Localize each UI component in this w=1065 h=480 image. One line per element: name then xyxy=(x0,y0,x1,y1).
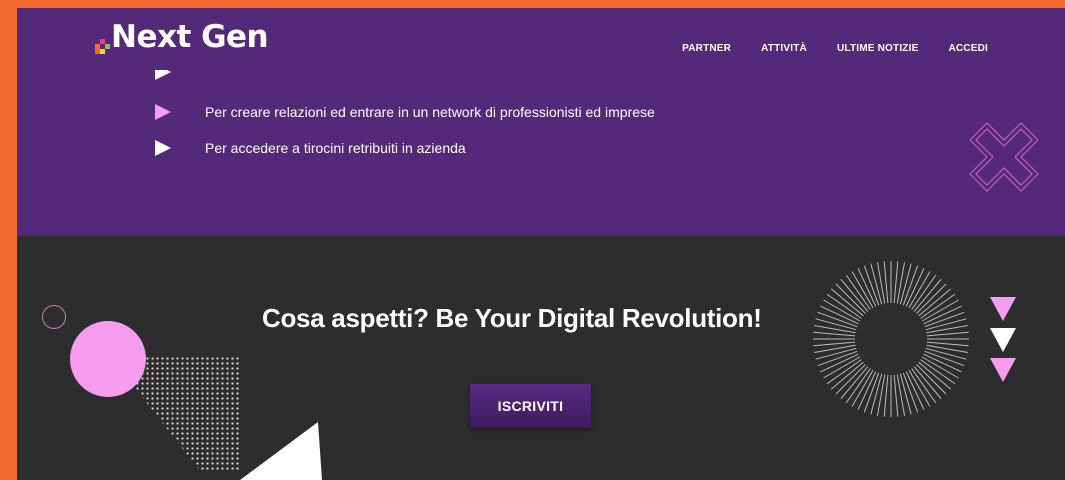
white-triangle-icon xyxy=(155,140,171,156)
logo-pixel-icon xyxy=(95,34,110,54)
main-nav: PARTNER ATTIVITÀ ULTIME NOTIZIE ACCEDI xyxy=(682,43,988,54)
sunburst-ray xyxy=(916,364,947,395)
sunburst-ray xyxy=(893,261,899,304)
list-item: Per creare relazioni ed entrare in un ne… xyxy=(155,104,655,120)
x-outline-icon xyxy=(969,122,1039,192)
sunburst-ray xyxy=(926,324,968,334)
sunburst-ray xyxy=(835,364,866,395)
nav-item-ultime-notizie[interactable]: ULTIME NOTIZIE xyxy=(837,43,919,54)
ring-icon xyxy=(42,305,66,329)
cta-title: Cosa aspetti? Be Your Digital Revolution… xyxy=(262,303,762,333)
pink-triangle-icon xyxy=(155,104,171,120)
sunburst-ray xyxy=(916,283,947,314)
sunburst-ray xyxy=(876,374,886,416)
sunburst-ray xyxy=(835,283,866,314)
list-item: Per accedere a tirocini retribuiti in az… xyxy=(155,140,466,156)
nav-item-accedi[interactable]: ACCEDI xyxy=(948,43,988,54)
partial-benefit-row xyxy=(155,70,171,80)
benefit-text: Per accedere a tirocini retribuiti in az… xyxy=(205,140,466,156)
sunburst-ray xyxy=(926,331,969,337)
sunburst-ray xyxy=(896,262,906,304)
sunburst-ray xyxy=(896,374,906,416)
sunburst-ray xyxy=(814,344,856,354)
triangle-stack-icon xyxy=(990,328,1016,352)
brand-logo[interactable]: Next Gen xyxy=(95,19,269,55)
sunburst-ray xyxy=(876,262,886,304)
sunburst-ray xyxy=(883,261,889,304)
sunburst-ray xyxy=(814,324,856,334)
sunburst-ray xyxy=(926,341,969,347)
sunburst-ray xyxy=(813,331,856,337)
nav-item-attivita[interactable]: ATTIVITÀ xyxy=(761,43,807,54)
pink-circle-shape xyxy=(70,321,146,397)
triangle-stack-icon xyxy=(990,358,1016,382)
sunburst-ray xyxy=(883,374,889,417)
nav-item-partner[interactable]: PARTNER xyxy=(682,43,731,54)
iscriviti-button[interactable]: ISCRIVITI xyxy=(470,384,591,428)
sunburst-ray xyxy=(926,344,968,354)
sunburst-ray xyxy=(813,341,856,347)
sunburst-icon xyxy=(813,261,969,417)
mouse-cursor-icon xyxy=(240,422,322,480)
triangle-stack-icon xyxy=(990,297,1016,321)
header-section: Next Gen PARTNER ATTIVITÀ ULTIME NOTIZIE… xyxy=(17,8,1065,236)
sunburst-ray xyxy=(893,374,899,417)
brand-name: Next Gen xyxy=(111,19,269,55)
benefit-text: Per creare relazioni ed entrare in un ne… xyxy=(205,104,655,120)
